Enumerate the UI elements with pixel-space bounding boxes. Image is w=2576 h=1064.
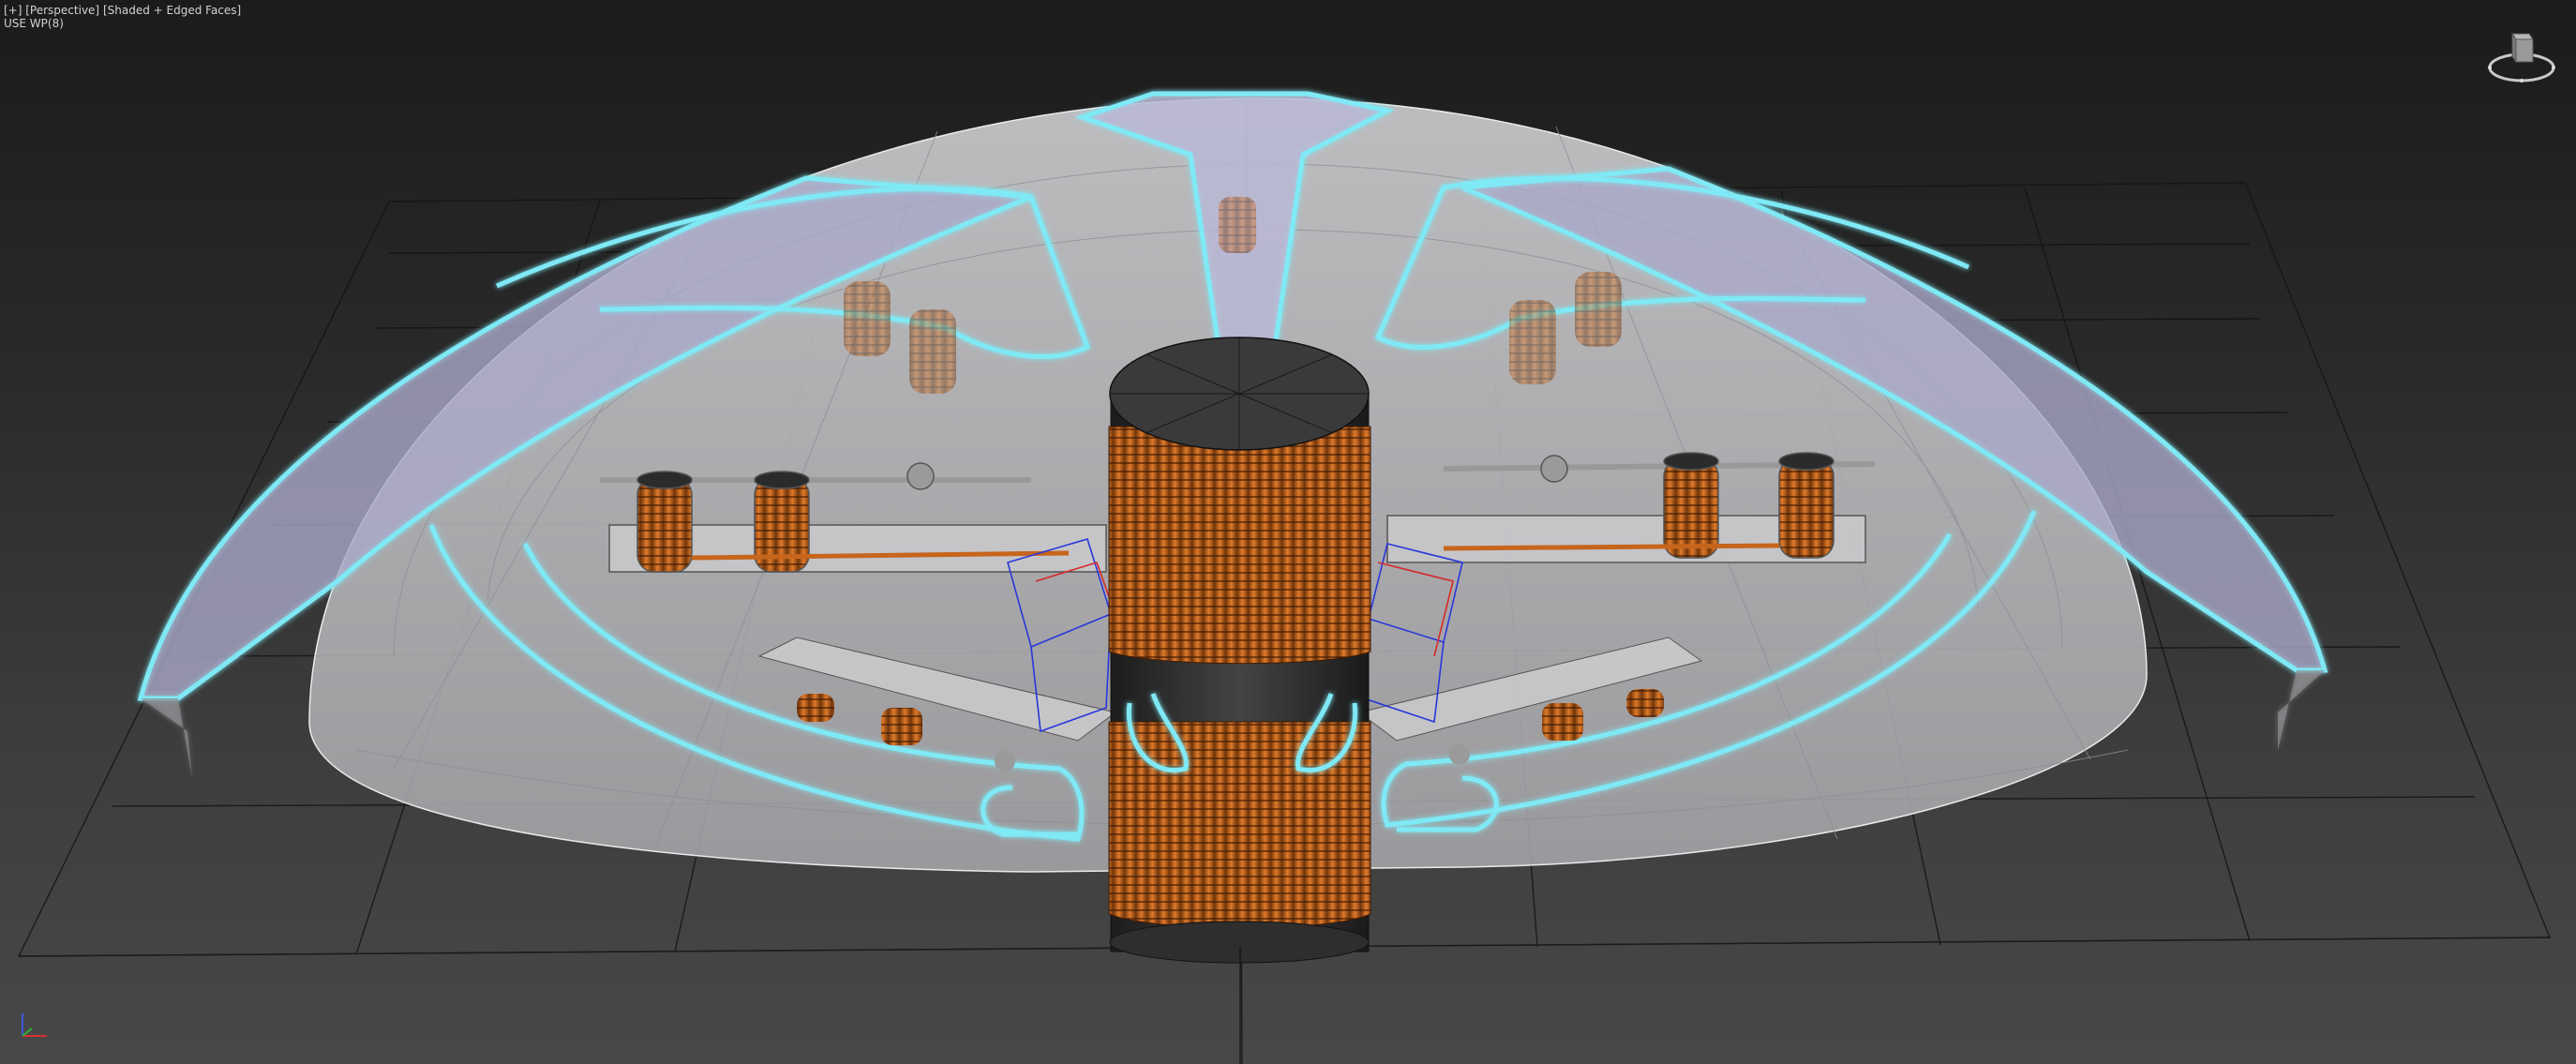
3d-viewport[interactable]: [+] [Perspective] [Shaded + Edged Faces]… [0,0,2576,1064]
viewport-plus-menu[interactable]: [+] [4,4,22,17]
axis-tripod-icon [17,1008,58,1045]
viewcube-icon[interactable] [2484,28,2559,94]
viewport-shading-menu[interactable]: [Shaded + Edged Faces] [103,4,241,17]
central-solenoid[interactable] [1108,337,1371,964]
workplane-label: USE WP(8) [4,17,64,30]
viewport-view-menu[interactable]: [Perspective] [25,4,99,17]
viewport-menu[interactable]: [+] [Perspective] [Shaded + Edged Faces] [4,4,241,17]
scene-canvas[interactable] [0,0,2576,1064]
